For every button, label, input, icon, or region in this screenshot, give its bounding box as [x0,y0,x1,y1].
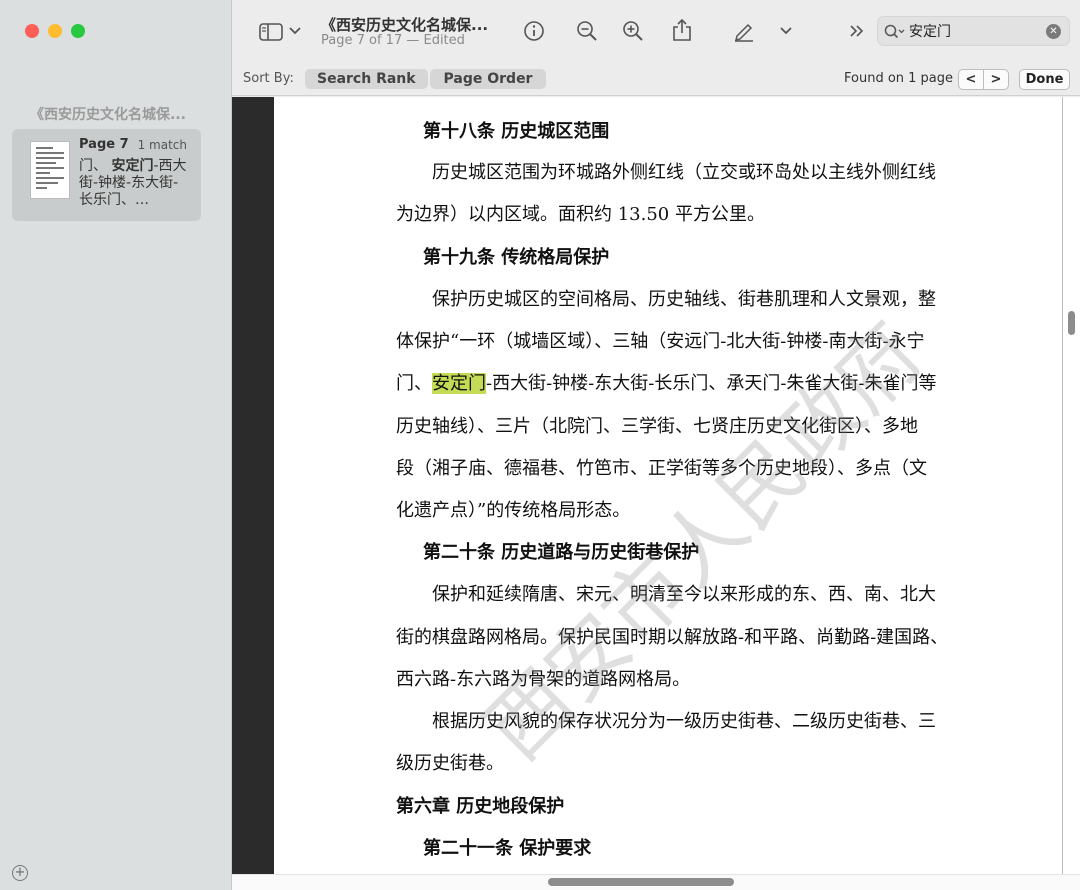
document-line: 体保护“一环（城墙区域）、三轴（安远门-北大街-钟楼-南大街-永宁 [396,331,925,352]
line-text: 门、 [396,373,432,394]
chapter-heading: 第六章 历史地段保护 [396,796,565,817]
markup-icon[interactable] [732,19,756,43]
sidebar: 《西安历史文化名城保... Page 7 1 match 门、 安定门-西大街-… [0,0,232,890]
result-navigation: < > [958,69,1009,90]
minimize-window-button[interactable] [48,24,62,38]
sort-search-rank-button[interactable]: Search Rank [305,69,428,89]
search-input[interactable] [909,23,1034,39]
page-edge [1062,97,1063,874]
search-highlight: 安定门 [432,373,486,394]
window-subtitle: Page 7 of 17 — Edited [321,33,465,48]
more-icon[interactable] [848,22,866,40]
clear-search-icon[interactable]: ✕ [1046,24,1061,39]
document-line-match: 门、安定门-西大街-钟楼-东大街-长乐门、承天门-朱雀大街-朱雀门等 [396,372,937,396]
horizontal-scroll-track [232,874,1080,890]
document-line: 为边界）以内区域。面积约 13.50 平方公里。 [396,204,765,225]
search-field[interactable]: ✕ [877,16,1070,46]
result-snippet: 门、 安定门-西大街-钟楼-东大街-长乐门、… [79,158,191,209]
page-gutter [232,97,274,874]
page-thumbnail [30,141,70,199]
find-bar: Sort By: Search Rank Page Order Found on… [232,64,1080,96]
vertical-scrollbar[interactable] [1068,311,1075,335]
search-result-item[interactable]: Page 7 1 match 门、 安定门-西大街-钟楼-东大街-长乐门、… [12,129,201,221]
snippet-text: 门、 [79,158,112,174]
sidebar-document-title: 《西安历史文化名城保... [30,107,186,123]
document-line: 级历史街巷。 [396,753,504,774]
done-button[interactable]: Done [1019,69,1070,90]
sidebar-icon[interactable] [258,20,284,44]
section-heading: 第二十一条 保护要求 [423,838,592,859]
document-line: 历史轴线）、三片（北院门、三学街、七贤庄历史文化街区）、多地 [396,416,918,437]
document-line: 化遗产点）”的传统格局形态。 [396,500,631,521]
page-content: 第十八条 历史城区范围历史城区范围为环城路外侧红线（立交或环岛处以主线外侧红线为… [396,97,961,874]
snippet-match: 安定门 [111,158,154,174]
close-window-button[interactable] [25,24,39,38]
sort-page-order-button[interactable]: Page Order [430,69,546,89]
result-match-count: 1 match [137,138,187,152]
share-icon[interactable] [670,17,694,43]
document-line: 保护和延续隋唐、宋元、明清至今以来形成的东、西、南、北大 [432,584,936,605]
horizontal-scrollbar[interactable] [548,878,734,886]
next-result-button[interactable]: > [984,70,1008,89]
document-viewer[interactable]: 第十八条 历史城区范围历史城区范围为环城路外侧红线（立交或环岛处以主线外侧红线为… [232,97,1080,890]
document-line: 西六路-东六路为骨架的道路网格局。 [396,669,691,690]
chevron-down-icon[interactable] [779,24,793,38]
document-line: 保护历史城区的空间格局、历史轴线、街巷肌理和人文景观，整 [432,289,936,310]
section-heading: 第十九条 传统格局保护 [423,247,610,268]
add-icon[interactable]: + [12,865,28,881]
document-line: 根据历史风貌的保存状况分为一级历史街巷、二级历史街巷、三 [432,711,936,732]
section-heading: 第十八条 历史城区范围 [423,121,610,142]
document-line: 段（湘子庙、德福巷、竹笆市、正学街等多个历史地段）、多点（文 [396,458,927,479]
document-line: 街的棋盘路网格局。保护民国时期以解放路-和平路、尚勤路-建国路、 [396,627,949,648]
search-icon [884,24,906,40]
chevron-down-icon[interactable] [288,24,302,38]
document-line: 历史城区范围为环城路外侧红线（立交或环岛处以主线外侧红线 [432,162,936,183]
previous-result-button[interactable]: < [959,70,984,89]
section-heading: 第二十条 历史道路与历史街巷保护 [423,542,700,563]
window-title: 《西安历史文化名城保... [321,16,489,34]
sort-by-label: Sort By: [243,71,294,86]
found-count-label: Found on 1 page [844,71,954,86]
toolbar: 《西安历史文化名城保... Page 7 of 17 — Edited ✕ [232,0,1080,64]
zoom-in-icon[interactable] [621,19,645,43]
info-icon[interactable] [522,19,546,43]
maximize-window-button[interactable] [71,24,85,38]
line-text: -西大街-钟楼-东大街-长乐门、承天门-朱雀大街-朱雀门等 [486,373,937,394]
result-page-label: Page 7 [79,137,129,152]
zoom-out-icon[interactable] [575,19,599,43]
